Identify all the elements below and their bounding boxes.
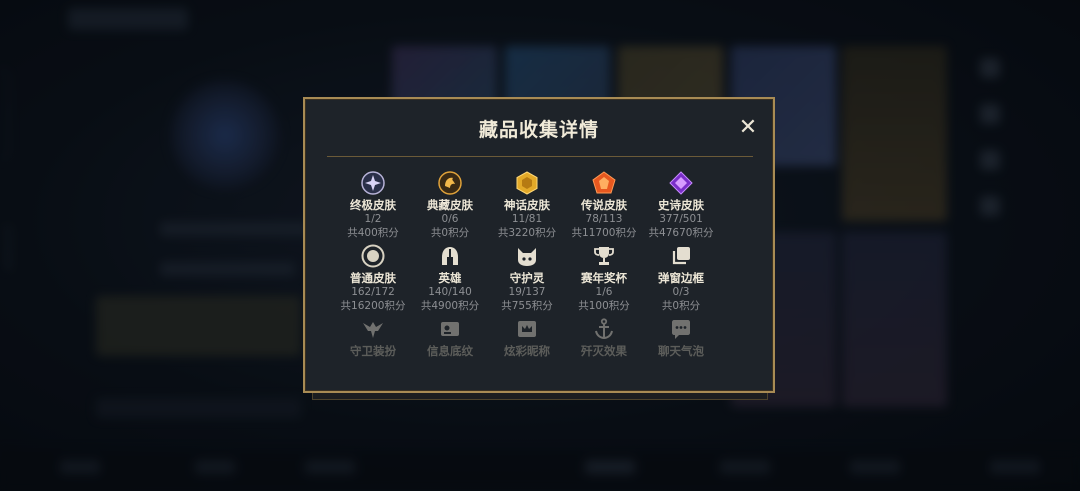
item-label: 炫彩昵称 (504, 344, 550, 358)
item-points: 共100积分 (578, 300, 630, 312)
item-label: 守卫装扮 (350, 344, 396, 358)
item-count: 377/501 (659, 213, 703, 225)
item-count: 11/81 (511, 213, 543, 225)
title-divider (327, 156, 753, 157)
collection-item-normal-skin[interactable]: 普通皮肤 162/172 共16200积分 (335, 243, 411, 313)
collection-row: 守卫装扮 信息底纹 炫彩昵称 歼灭效果 聊天气泡 (335, 316, 747, 358)
item-label: 聊天气泡 (658, 344, 704, 358)
item-points: 共4900积分 (420, 300, 480, 312)
anchor-icon (591, 316, 617, 342)
item-count: 162/172 (351, 286, 395, 298)
collection-item-guardian-spirit[interactable]: 守护灵 19/137 共755积分 (489, 243, 565, 313)
collection-item-color-nickname[interactable]: 炫彩昵称 (489, 316, 565, 358)
helmet-icon (437, 243, 463, 269)
collection-item-kill-effect[interactable]: 歼灭效果 (566, 316, 642, 358)
collection-item-info-texture[interactable]: 信息底纹 (412, 316, 488, 358)
collection-item-season-trophy[interactable]: 赛年奖杯 1/6 共100积分 (566, 243, 642, 313)
collection-row: 普通皮肤 162/172 共16200积分 英雄 140/140 共4900积分 (335, 243, 747, 313)
collection-item-ultimate-skin[interactable]: 终极皮肤 1/2 共400积分 (335, 170, 411, 240)
collection-grid: 终极皮肤 1/2 共400积分 典藏皮肤 0/6 共0积分 神话皮肤 11/81… (335, 170, 747, 358)
item-label: 信息底纹 (427, 344, 473, 358)
collection-item-guardian-outfit[interactable]: 守卫装扮 (335, 316, 411, 358)
collection-item-chat-bubble[interactable]: 聊天气泡 (643, 316, 719, 358)
item-points: 共0积分 (430, 227, 470, 239)
guardian-pose-icon (360, 316, 386, 342)
collection-item-classic-skin[interactable]: 典藏皮肤 0/6 共0积分 (412, 170, 488, 240)
normal-skin-icon (360, 243, 386, 269)
collection-row: 终极皮肤 1/2 共400积分 典藏皮肤 0/6 共0积分 神话皮肤 11/81… (335, 170, 747, 240)
close-button[interactable]: ✕ (737, 117, 759, 139)
screen: 22254004 藏品收集详情 ✕ 终极皮肤 1/2 共400积分 典藏皮肤 0… (0, 0, 1080, 491)
item-label: 终极皮肤 (350, 198, 396, 212)
item-label: 史诗皮肤 (658, 198, 704, 212)
item-label: 歼灭效果 (581, 344, 627, 358)
legendary-skin-icon (591, 170, 617, 196)
collection-item-popup-frame[interactable]: 弹窗边框 0/3 共0积分 (643, 243, 719, 313)
item-points: 共47670积分 (648, 227, 714, 239)
trophy-icon (591, 243, 617, 269)
item-label: 守护灵 (509, 271, 545, 285)
epic-skin-icon (668, 170, 694, 196)
item-label: 弹窗边框 (658, 271, 704, 285)
collection-item-legendary-skin[interactable]: 传说皮肤 78/113 共11700积分 (566, 170, 642, 240)
info-card-icon (437, 316, 463, 342)
item-points: 共16200积分 (340, 300, 406, 312)
item-count: 78/113 (585, 213, 623, 225)
collection-item-epic-skin[interactable]: 史诗皮肤 377/501 共47670积分 (643, 170, 719, 240)
mythic-skin-icon (514, 170, 540, 196)
item-points: 共400积分 (347, 227, 399, 239)
item-count: 1/6 (595, 286, 613, 298)
collection-item-mythic-skin[interactable]: 神话皮肤 11/81 共3220积分 (489, 170, 565, 240)
guardian-spirit-icon (514, 243, 540, 269)
ultimate-skin-icon (360, 170, 386, 196)
item-points: 共11700积分 (571, 227, 637, 239)
item-count: 1/2 (364, 213, 382, 225)
item-label: 英雄 (438, 271, 462, 285)
item-label: 赛年奖杯 (581, 271, 627, 285)
classic-skin-icon (437, 170, 463, 196)
item-label: 典藏皮肤 (427, 198, 473, 212)
item-points: 共755积分 (501, 300, 553, 312)
item-count: 0/3 (672, 286, 690, 298)
item-label: 普通皮肤 (350, 271, 396, 285)
item-count: 140/140 (428, 286, 472, 298)
item-points: 共3220积分 (497, 227, 557, 239)
item-label: 传说皮肤 (581, 198, 627, 212)
popup-frame-icon (668, 243, 694, 269)
item-points: 共0积分 (661, 300, 701, 312)
chat-bubble-icon (668, 316, 694, 342)
modal-title: 藏品收集详情 (478, 119, 599, 141)
collection-details-modal: 藏品收集详情 ✕ 终极皮肤 1/2 共400积分 典藏皮肤 0/6 共0积分 神… (303, 97, 775, 393)
item-label: 神话皮肤 (504, 198, 550, 212)
item-count: 0/6 (441, 213, 459, 225)
glory-title-icon (514, 316, 540, 342)
item-count: 19/137 (508, 286, 546, 298)
collection-item-hero[interactable]: 英雄 140/140 共4900积分 (412, 243, 488, 313)
